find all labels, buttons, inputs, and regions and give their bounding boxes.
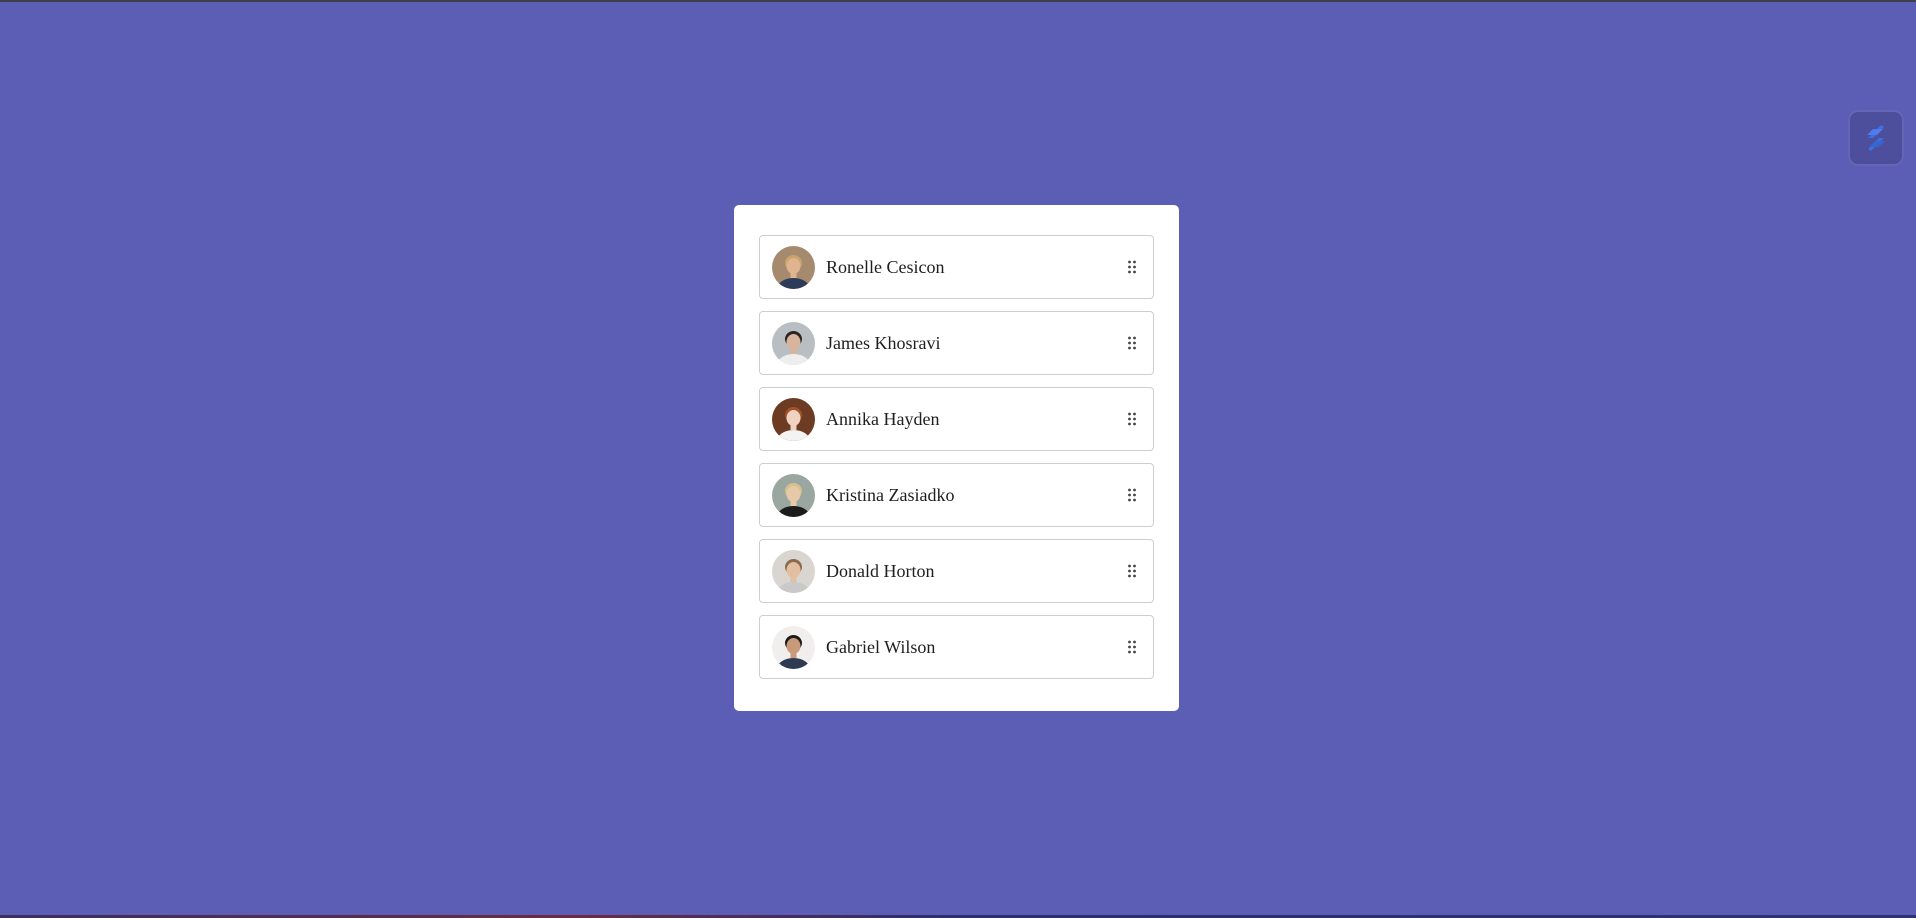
list-item-name: Ronelle Cesicon xyxy=(826,256,945,277)
avatar xyxy=(772,397,815,441)
list-item-name: James Khosravi xyxy=(826,332,941,353)
floating-action-button[interactable] xyxy=(1848,110,1904,166)
avatar xyxy=(772,549,815,593)
list-item-name: Annika Hayden xyxy=(826,408,940,429)
avatar-photo-icon xyxy=(772,549,815,593)
list-item[interactable]: Kristina Zasiadko xyxy=(759,463,1154,527)
drag-handle-icon[interactable] xyxy=(1125,257,1139,277)
drag-handle-icon[interactable] xyxy=(1125,409,1139,429)
avatar xyxy=(772,473,815,517)
drag-handle-icon[interactable] xyxy=(1125,561,1139,581)
list-item[interactable]: Gabriel Wilson xyxy=(759,615,1154,679)
list-item-name: Kristina Zasiadko xyxy=(826,484,955,505)
drag-handle-icon[interactable] xyxy=(1125,485,1139,505)
sortable-list-card: Ronelle Cesicon James Khosravi Annika Hayd… xyxy=(734,205,1179,711)
avatar-photo-icon xyxy=(772,321,815,365)
avatar-photo-icon xyxy=(772,397,815,441)
sortable-list: Ronelle Cesicon James Khosravi Annika Hayd… xyxy=(759,235,1154,679)
avatar-photo-icon xyxy=(772,625,815,669)
drag-handle-icon[interactable] xyxy=(1125,637,1139,657)
list-item[interactable]: Donald Horton xyxy=(759,539,1154,603)
avatar-photo-icon xyxy=(772,473,815,517)
avatar xyxy=(772,245,815,289)
list-item[interactable]: Annika Hayden xyxy=(759,387,1154,451)
list-item-name: Gabriel Wilson xyxy=(826,636,936,657)
drag-handle-icon[interactable] xyxy=(1125,333,1139,353)
avatar-photo-icon xyxy=(772,245,815,289)
avatar xyxy=(772,321,815,365)
stripe-logo-icon xyxy=(1867,125,1885,151)
top-edge xyxy=(0,0,1916,2)
list-item[interactable]: James Khosravi xyxy=(759,311,1154,375)
list-item[interactable]: Ronelle Cesicon xyxy=(759,235,1154,299)
list-item-name: Donald Horton xyxy=(826,560,935,581)
avatar xyxy=(772,625,815,669)
